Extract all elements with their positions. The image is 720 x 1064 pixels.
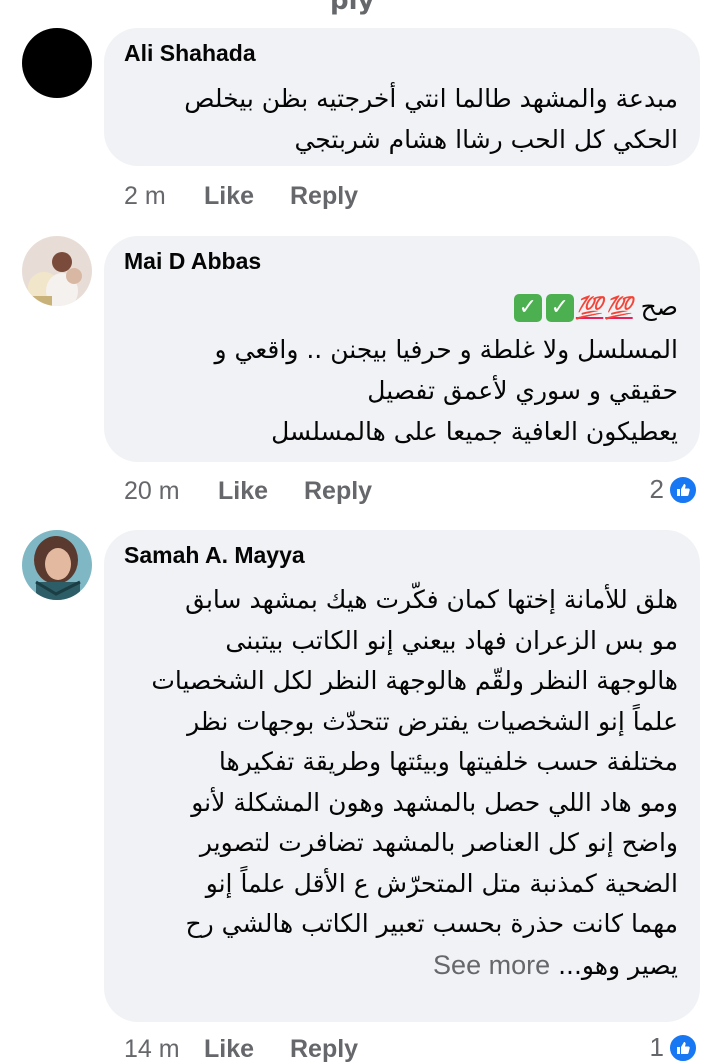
comment-bubble: Samah A. Mayya هلق للأمانة إختها كمان فك…	[104, 530, 700, 1022]
comment-actions: 20 m Like Reply	[124, 477, 372, 506]
like-button[interactable]: Like	[204, 1035, 290, 1064]
comment-actions: 2 m Like Reply	[124, 182, 358, 211]
comment-author[interactable]: Ali Shahada	[124, 40, 256, 67]
reaction-summary[interactable]: 2	[650, 474, 698, 505]
like-button[interactable]: Like	[204, 182, 290, 211]
comment-text: هلق للأمانة إختها كمان فكّرت هيك بمشهد س…	[120, 580, 678, 986]
comment-line: المسلسل ولا غلطة و حرفيا بيجنن .. واقعي …	[214, 334, 678, 364]
comment-text: صح 💯💯✓✓ المسلسل ولا غلطة و حرفيا بيجنن .…	[120, 286, 678, 452]
check-mark-button-icon: ✓	[545, 294, 574, 322]
avatar[interactable]	[22, 236, 92, 306]
comment-line: مو بس الزعران فهاد بيعني إنو الكاتب بيتب…	[225, 625, 678, 655]
comment-bubble: Mai D Abbas صح 💯💯✓✓ المسلسل ولا غلطة و ح…	[104, 236, 700, 462]
comment-timestamp[interactable]: 20 m	[124, 477, 218, 506]
comment-text: مبدعة والمشهد طالما انتي أخرجتيه بظن بيخ…	[120, 78, 678, 160]
previous-comment-reply-fragment[interactable]: ply	[330, 0, 374, 16]
comment-truncated-text: يصير وهو...	[558, 950, 678, 980]
thumbs-up-icon	[668, 474, 698, 505]
thumbs-up-icon	[668, 1032, 698, 1063]
comment-line: هالوجهة النظر ولقّم هالوجهة النظر لكل ال…	[151, 666, 678, 695]
comment-line: يعطيكون العافية جميعا على هالمسلسل	[271, 416, 678, 446]
see-more-link[interactable]: See more	[433, 950, 550, 980]
comment-line: صح 💯💯✓✓	[120, 286, 678, 329]
comment-line: الحكي كل الحب رشاا هشام شربتجي	[294, 125, 678, 154]
check-mark-button-icon: ✓	[513, 294, 542, 322]
comment-line: علماً إنو الشخصيات يفترض تتحدّث بوجهات ن…	[187, 706, 678, 736]
comment-line: مهما كانت حذرة بحسب تعبير الكاتب هالشي ر…	[185, 909, 679, 938]
reply-button[interactable]: Reply	[290, 182, 358, 211]
comment-word: صح	[640, 292, 678, 321]
like-button[interactable]: Like	[218, 477, 304, 506]
reply-button[interactable]: Reply	[290, 1035, 358, 1064]
comment-line: الضحية كمذنبة متل المتحرّش ع الأقل علماً…	[205, 868, 678, 898]
comment-line: مبدعة والمشهد طالما انتي أخرجتيه بظن بيخ…	[184, 84, 678, 113]
comment-line: مختلفة حسب خلفيتها وبيئتها وطريقة تفكيره…	[218, 747, 678, 776]
comment-timestamp[interactable]: 2 m	[124, 182, 204, 211]
avatar-photo-icon	[22, 236, 92, 306]
reaction-count: 2	[649, 474, 664, 504]
comment-line: ومو هاد اللي حصل بالمشهد وهون المشكلة لأ…	[191, 787, 678, 817]
hundred-points-icon: 💯	[575, 295, 604, 321]
avatar-photo-icon	[22, 530, 92, 600]
comment-line: حقيقي و سوري لأعمق تفصيل	[367, 375, 678, 405]
comment-line: يصير وهو... See more	[120, 945, 678, 987]
comment-line: هلق للأمانة إختها كمان فكّرت هيك بمشهد س…	[185, 585, 678, 614]
reply-button[interactable]: Reply	[304, 477, 372, 506]
comment-timestamp[interactable]: 14 m	[124, 1035, 204, 1064]
reaction-summary[interactable]: 1	[650, 1032, 698, 1063]
comment-author[interactable]: Mai D Abbas	[124, 248, 261, 275]
avatar[interactable]	[22, 530, 92, 600]
comment-bubble: Ali Shahada مبدعة والمشهد طالما انتي أخر…	[104, 28, 700, 166]
comment-line: واضح إنو كل العناصر بالمشهد تضافرت لتصوي…	[199, 828, 678, 857]
comment-author[interactable]: Samah A. Mayya	[124, 542, 305, 569]
reaction-count: 1	[649, 1032, 664, 1062]
hundred-points-icon: 💯	[605, 295, 633, 321]
comment-actions: 14 m Like Reply	[124, 1035, 358, 1064]
avatar[interactable]	[22, 28, 92, 98]
